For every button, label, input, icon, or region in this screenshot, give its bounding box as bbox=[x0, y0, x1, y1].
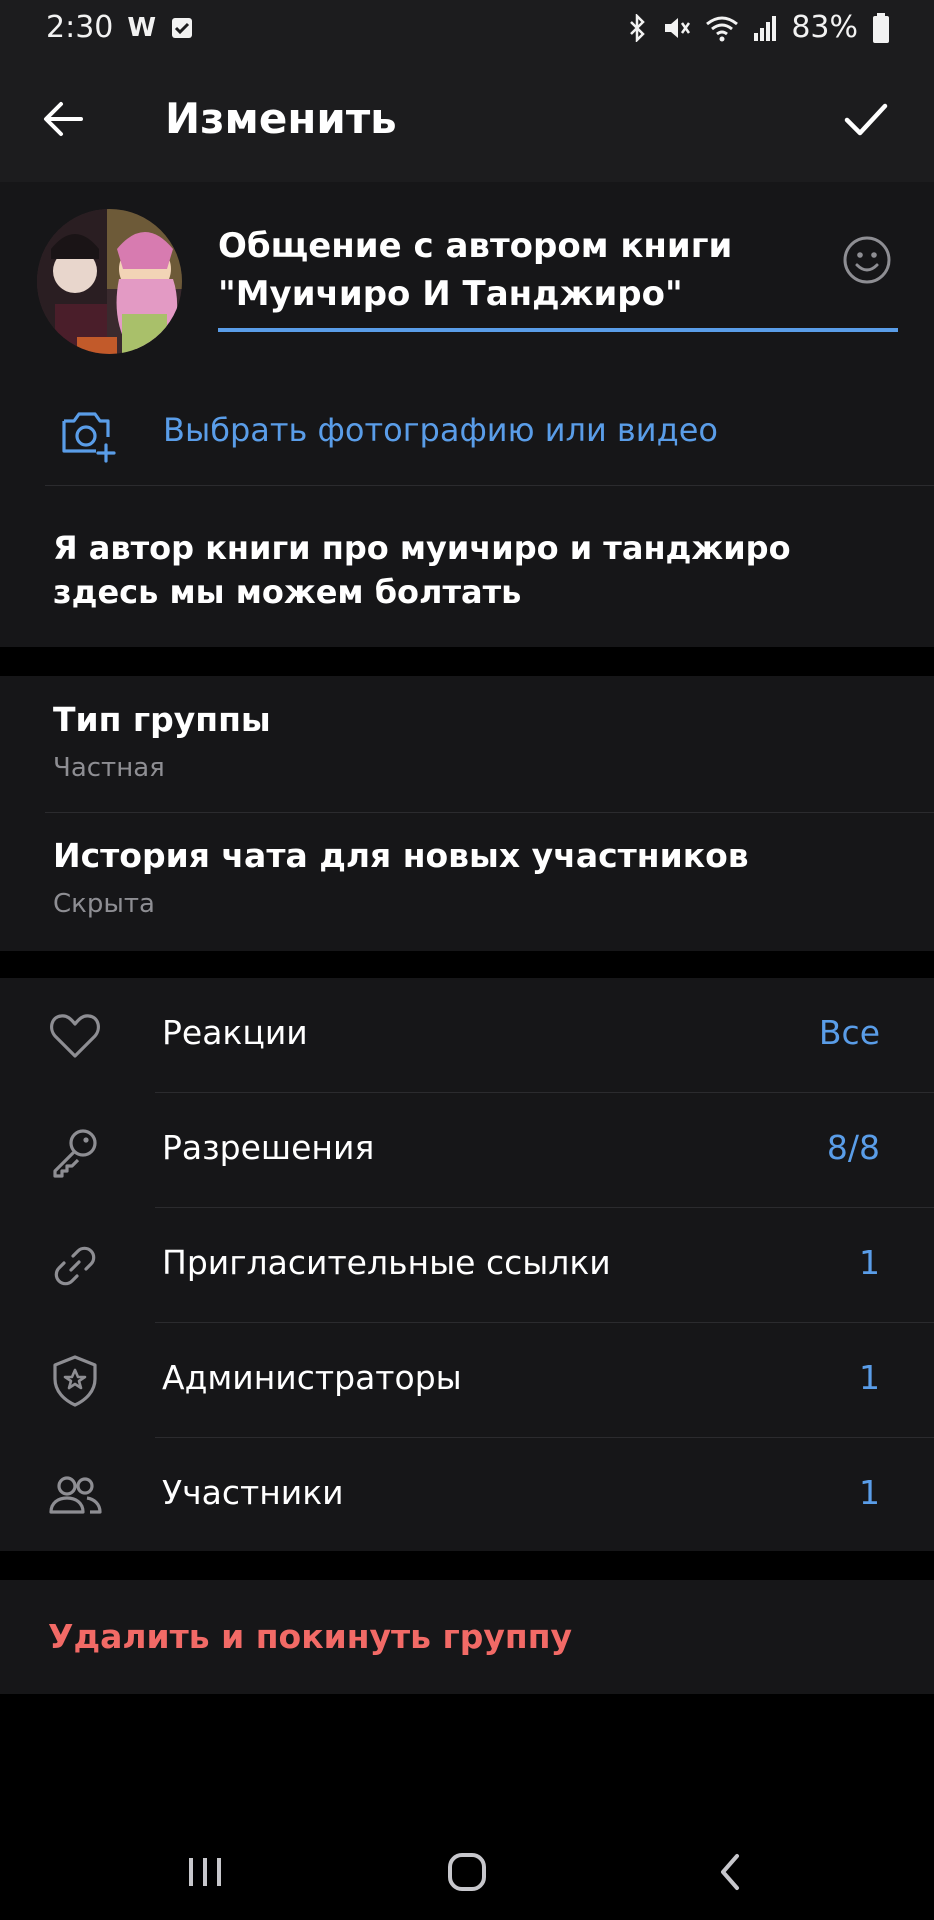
w-app-icon: W bbox=[127, 12, 157, 43]
invite-links-label: Пригласительные ссылки bbox=[162, 1243, 611, 1282]
home-button[interactable] bbox=[437, 1842, 497, 1902]
permissions-value: 8/8 bbox=[826, 1128, 880, 1167]
permissions-label: Разрешения bbox=[162, 1128, 375, 1167]
chat-history-value: Скрыта bbox=[53, 889, 155, 919]
status-time: 2:30 bbox=[46, 10, 114, 45]
arrow-left-icon bbox=[44, 101, 83, 136]
vibrate-mute-icon bbox=[665, 17, 691, 38]
administrators-value: 1 bbox=[859, 1358, 880, 1397]
page-title: Изменить bbox=[165, 94, 397, 143]
status-left: 2:30 W bbox=[46, 10, 194, 45]
choose-photo-label: Выбрать фотографию или видео bbox=[163, 411, 718, 449]
group-name-line1: Общение с автором книги bbox=[218, 226, 733, 266]
battery-icon bbox=[873, 12, 889, 43]
signal-icon bbox=[754, 15, 777, 41]
group-avatar[interactable] bbox=[37, 209, 182, 354]
name-field-underline bbox=[218, 328, 898, 332]
group-type-value: Частная bbox=[53, 753, 165, 783]
members-value: 1 bbox=[859, 1473, 880, 1512]
reactions-value: Все bbox=[818, 1013, 880, 1052]
users-icon bbox=[49, 1476, 102, 1514]
reactions-label: Реакции bbox=[162, 1013, 308, 1052]
recent-apps-button[interactable] bbox=[175, 1842, 235, 1902]
choose-photo-row[interactable]: Выбрать фотографию или видео bbox=[0, 385, 934, 485]
avatar-image bbox=[37, 209, 182, 354]
administrators-label: Администраторы bbox=[162, 1358, 462, 1397]
back-nav-icon bbox=[721, 1854, 739, 1890]
invite-links-row[interactable]: Пригласительные ссылки 1 bbox=[0, 1208, 934, 1323]
checkmark-icon bbox=[844, 103, 888, 135]
group-name-field[interactable]: Общение с автором книги "Муичиро И Тандж… bbox=[218, 222, 896, 318]
heart-icon bbox=[50, 1014, 100, 1058]
system-nav-bar bbox=[0, 1820, 934, 1920]
chat-history-title: История чата для новых участников bbox=[53, 836, 749, 875]
group-type-title: Тип группы bbox=[53, 700, 271, 739]
confirm-button[interactable] bbox=[831, 84, 901, 154]
camera-add-icon bbox=[62, 412, 116, 463]
delete-and-leave-button[interactable]: Удалить и покинуть группу bbox=[48, 1617, 572, 1656]
status-bar: 2:30 W 83% bbox=[0, 0, 934, 55]
app-bar: Изменить bbox=[0, 55, 934, 182]
administrators-row[interactable]: Администраторы 1 bbox=[0, 1323, 934, 1438]
back-button[interactable] bbox=[33, 89, 93, 149]
recent-apps-icon bbox=[189, 1858, 221, 1886]
status-right: 83% bbox=[627, 10, 890, 45]
wifi-icon bbox=[706, 16, 739, 41]
link-icon bbox=[54, 1246, 96, 1286]
members-label: Участники bbox=[162, 1473, 344, 1512]
group-type-item[interactable]: Тип группы Частная bbox=[53, 700, 903, 783]
home-icon bbox=[448, 1853, 486, 1891]
smile-icon bbox=[843, 236, 891, 284]
key-icon bbox=[53, 1129, 97, 1178]
emoji-button[interactable] bbox=[842, 235, 892, 285]
bluetooth-icon bbox=[630, 13, 646, 42]
members-row[interactable]: Участники 1 bbox=[0, 1438, 934, 1553]
battery-percent: 83% bbox=[791, 10, 858, 45]
chat-history-item[interactable]: История чата для новых участников Скрыта bbox=[53, 836, 903, 919]
back-nav-button[interactable] bbox=[700, 1842, 760, 1902]
divider bbox=[45, 812, 934, 813]
reactions-row[interactable]: Реакции Все bbox=[0, 978, 934, 1093]
divider bbox=[45, 485, 934, 486]
invite-links-value: 1 bbox=[859, 1243, 880, 1282]
checkbox-notification-icon bbox=[172, 17, 193, 38]
group-description-field[interactable]: Я автор книги про муичиро и танджиро зде… bbox=[53, 526, 893, 614]
shield-star-icon bbox=[53, 1355, 97, 1407]
permissions-row[interactable]: Разрешения 8/8 bbox=[0, 1093, 934, 1208]
group-name-line2: "Муичиро И Танджиро" bbox=[218, 274, 683, 314]
